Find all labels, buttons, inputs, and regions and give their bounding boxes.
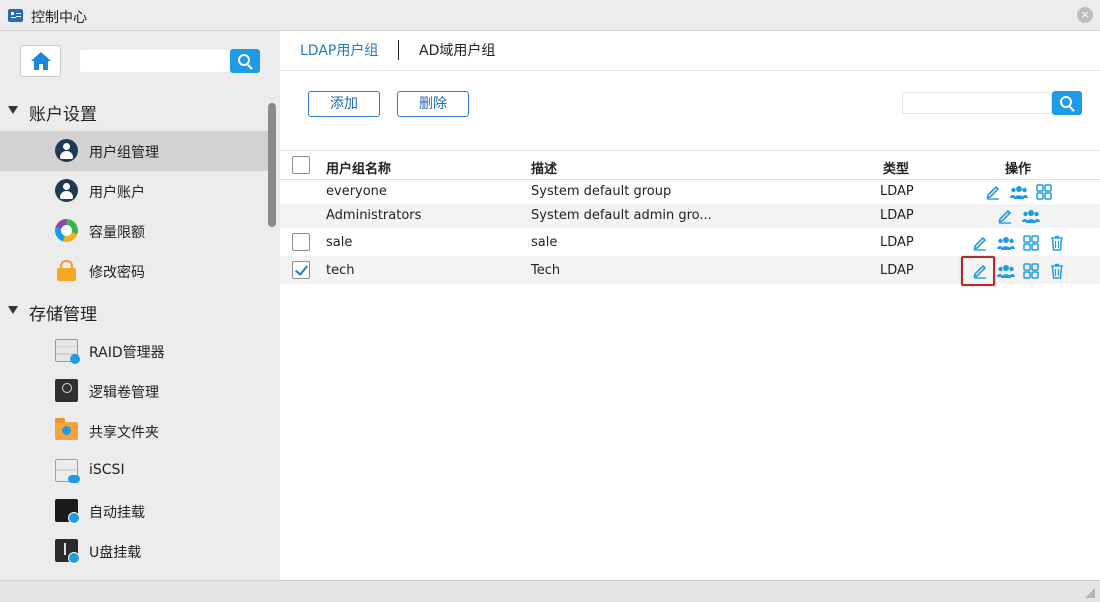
sidebar-item-lvm[interactable]: 逻辑卷管理 [0,371,268,411]
group-description: System default group [531,184,672,199]
iscsi-icon [55,459,80,483]
section-label: 存储管理 [29,305,97,325]
section-storage-management[interactable]: 存储管理 [0,291,268,331]
sidebar-item-label: 自动挂载 [89,505,145,521]
quota-icon [55,219,78,242]
caret-down-icon [8,306,18,314]
trash-icon[interactable] [1049,263,1065,279]
sidebar-item-label: 修改密码 [89,265,145,281]
add-button[interactable]: 添加 [308,91,380,117]
sidebar-item-label: 容量限额 [89,225,145,241]
sidebar: 账户设置 用户组管理 用户账户 容量限额 修改密码 存储管理 RAID管理器 逻… [0,31,280,580]
usb-mount-icon [55,539,80,564]
search-icon [238,54,250,66]
members-icon[interactable] [997,235,1015,251]
control-center-icon [8,9,23,22]
sidebar-item-label: U盘挂载 [89,545,142,561]
raid-icon [55,339,80,364]
sidebar-item-auto-mount[interactable]: 自动挂载 [0,491,268,531]
table-row[interactable]: sale sale LDAP [280,228,1100,256]
sidebar-item-label: iSCSI [89,462,125,478]
lock-icon [55,259,78,282]
permissions-icon[interactable] [1023,235,1039,251]
group-type: LDAP [880,208,914,223]
group-name: Administrators [326,208,422,223]
tab-ad-user-groups[interactable]: AD域用户组 [419,40,495,60]
members-icon[interactable] [997,263,1015,279]
select-all-checkbox[interactable] [292,156,310,174]
edit-icon[interactable] [985,184,1001,200]
lvm-icon [55,379,78,402]
edit-icon[interactable] [972,235,988,251]
group-name: everyone [326,184,387,199]
sidebar-item-label: 用户账户 [89,185,145,201]
group-type: LDAP [880,235,914,250]
sidebar-search-input[interactable] [80,50,230,72]
sidebar-scrollbar[interactable] [268,103,276,227]
user-account-icon [55,179,78,202]
group-search-input[interactable] [902,92,1052,114]
section-account-settings[interactable]: 账户设置 [0,91,268,131]
edit-icon[interactable] [997,208,1013,224]
trash-icon[interactable] [1049,235,1065,251]
sidebar-item-change-password[interactable]: 修改密码 [0,251,268,291]
main-panel: LDAP用户组 AD域用户组 添加 删除 用户组名称 描述 类型 操作 ever… [280,31,1100,580]
group-description: Tech [531,263,561,278]
sidebar-item-usb-mount[interactable]: U盘挂载 [0,531,268,571]
sidebar-search-button[interactable] [230,49,260,73]
sidebar-item-label: 共享文件夹 [89,425,159,441]
sidebar-item-user-accounts[interactable]: 用户账户 [0,171,268,211]
title-bar: 控制中心 × [0,0,1100,31]
table-header: 用户组名称 描述 类型 操作 [280,150,1100,180]
table-row[interactable]: everyone System default group LDAP [280,180,1100,204]
members-icon[interactable] [1010,184,1028,200]
sidebar-item-label: 用户组管理 [89,145,159,161]
status-bar [0,580,1100,602]
sidebar-item-user-group-management[interactable]: 用户组管理 [0,131,268,171]
group-description: System default admin gro... [531,208,712,223]
home-button[interactable] [20,45,61,77]
group-name: tech [326,263,355,278]
sidebar-item-iscsi[interactable]: iSCSI [0,451,268,491]
caret-down-icon [8,106,18,114]
group-name: sale [326,235,353,250]
section-label: 账户设置 [29,105,97,125]
column-header-name: 用户组名称 [326,162,392,177]
edit-button-highlight [961,256,995,286]
table-row[interactable]: Administrators System default admin gro.… [280,204,1100,228]
sidebar-item-quota[interactable]: 容量限额 [0,211,268,251]
permissions-icon[interactable] [1023,263,1039,279]
resize-grip-icon[interactable] [1085,588,1095,598]
row-checkbox[interactable] [292,233,310,251]
auto-mount-icon [55,499,80,524]
search-icon [1060,96,1072,108]
tab-ldap-user-groups[interactable]: LDAP用户组 [300,40,378,60]
members-icon[interactable] [1022,208,1040,224]
permissions-icon[interactable] [1036,184,1052,200]
shared-folder-icon [55,418,78,440]
column-header-description: 描述 [531,162,558,177]
column-header-type: 类型 [883,162,910,177]
group-search-button[interactable] [1052,91,1082,115]
group-type: LDAP [880,263,914,278]
sidebar-item-label: RAID管理器 [89,345,165,361]
sidebar-item-raid-manager[interactable]: RAID管理器 [0,331,268,371]
user-group-icon [55,139,78,162]
tab-divider [398,40,399,60]
sidebar-item-shared-folder[interactable]: 共享文件夹 [0,411,268,451]
group-description: sale [531,235,558,250]
home-icon [31,52,51,70]
group-type: LDAP [880,184,914,199]
sidebar-item-label: 逻辑卷管理 [89,385,159,401]
window-title: 控制中心 [31,10,87,26]
tab-bar: LDAP用户组 AD域用户组 [280,31,1100,71]
column-header-actions: 操作 [1005,162,1032,177]
row-checkbox-checked[interactable] [292,261,310,279]
close-button[interactable]: × [1077,7,1093,23]
delete-button[interactable]: 删除 [397,91,469,117]
